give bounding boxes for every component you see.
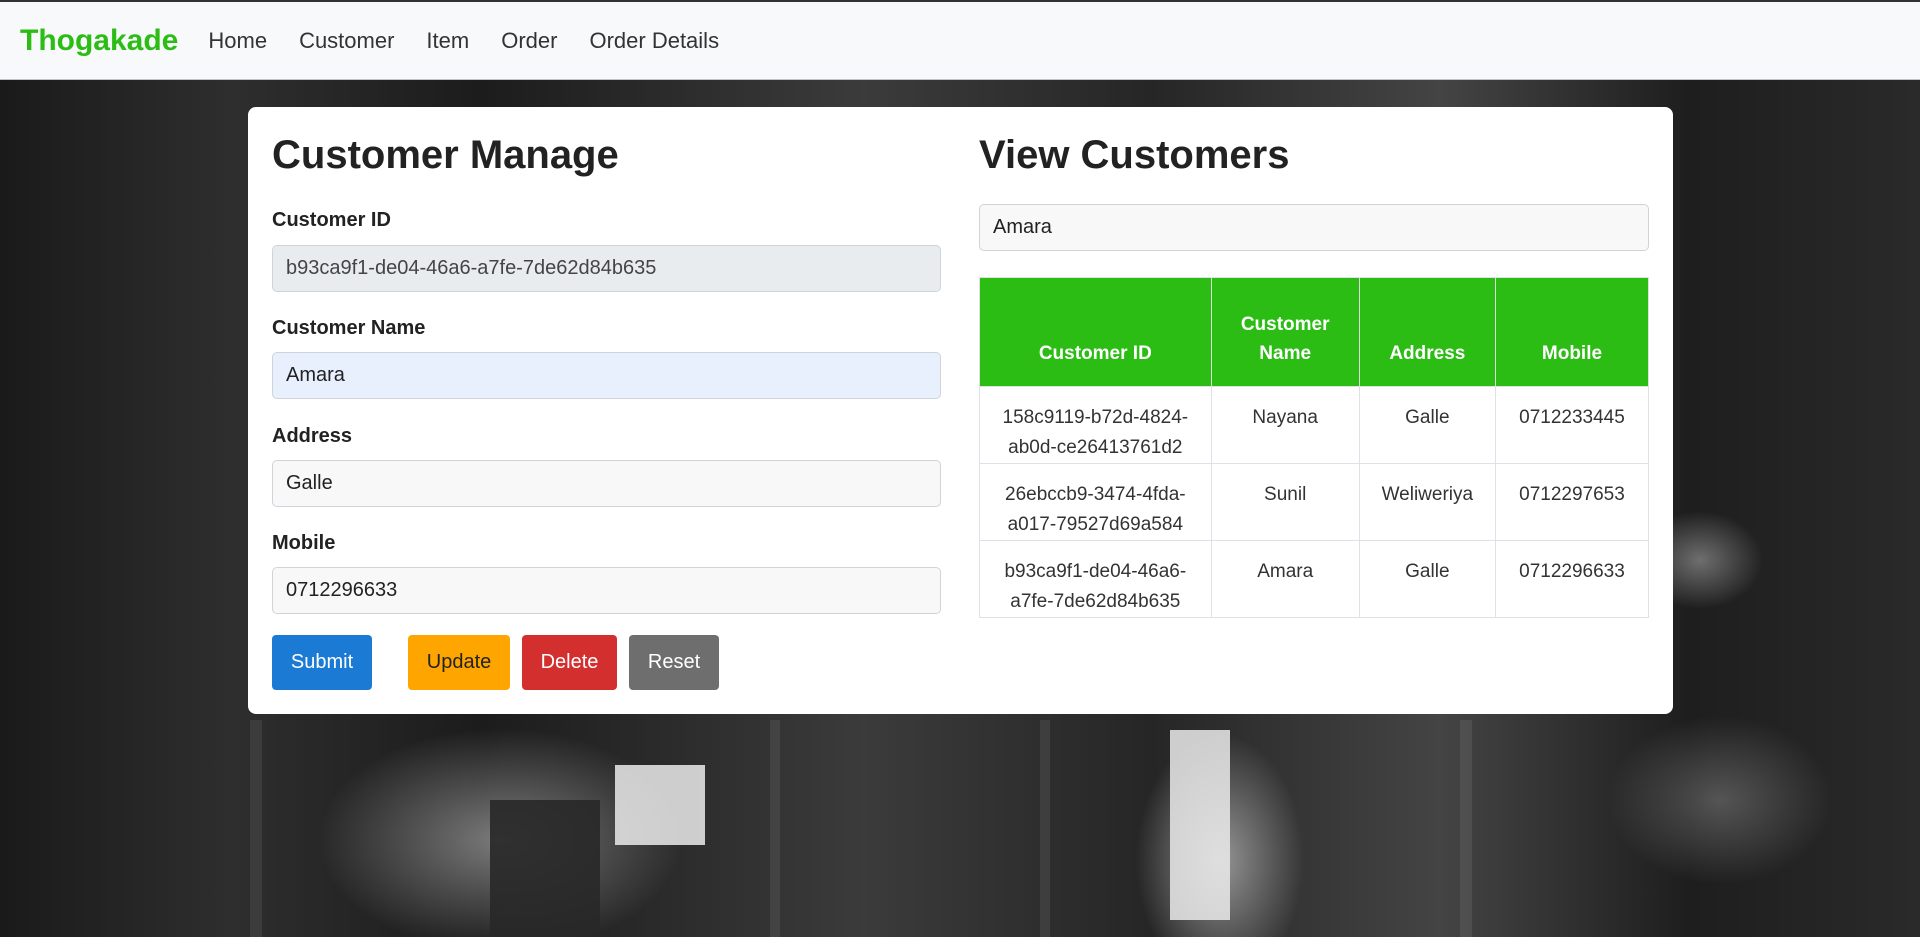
customer-table: Customer ID Customer Name Address Mobile… [979,277,1650,618]
cell-customer-name: Sunil [1210,463,1360,541]
column-header[interactable]: Customer ID [979,277,1212,387]
cell-customer-name: Amara [1210,540,1360,618]
cell-customer-id: 158c9119-b72d-4824-ab0d-ce26413761d2 [979,386,1212,464]
nav-order-details[interactable]: Order Details [589,28,719,54]
mobile-label: Mobile [272,532,336,554]
submit-button[interactable]: Submit [272,635,372,690]
address-label: Address [272,425,353,447]
table-row[interactable]: 158c9119-b72d-4824-ab0d-ce26413761d2 Nay… [979,386,1650,464]
reset-button[interactable]: Reset [629,635,719,690]
cell-customer-name: Nayana [1210,386,1360,464]
customer-name-field[interactable] [272,352,941,399]
customer-id-field[interactable] [272,245,941,292]
main-card: Customer Manage Customer ID Customer Nam… [248,107,1673,714]
background-detail [490,800,600,937]
cell-customer-id: 26ebccb9-3474-4fda-a017-79527d69a584 [979,463,1212,541]
search-input[interactable] [979,204,1649,251]
navbar: Thogakade Home Customer Item Order Order… [0,0,1920,80]
customer-id-label: Customer ID [272,209,391,231]
brand-logo[interactable]: Thogakade [20,24,178,58]
cell-address: Galle [1358,386,1496,464]
form-title: Customer Manage [272,133,619,177]
cell-mobile: 0712233445 [1494,386,1650,464]
nav-home[interactable]: Home [208,28,267,54]
update-button[interactable]: Update [408,635,510,690]
view-title: View Customers [979,133,1290,177]
background-detail [250,720,262,937]
cell-address: Weliweriya [1358,463,1496,541]
column-header[interactable]: Customer Name [1210,277,1360,387]
background-detail [770,720,780,937]
table-header-row: Customer ID Customer Name Address Mobile [979,277,1650,387]
mobile-field[interactable] [272,567,941,614]
background-detail [615,765,705,845]
background-detail [1460,720,1472,937]
table-row[interactable]: b93ca9f1-de04-46a6-a7fe-7de62d84b635 Ama… [979,540,1650,618]
background-detail [1040,720,1050,937]
customer-name-label: Customer Name [272,317,426,339]
cell-address: Galle [1358,540,1496,618]
cell-customer-id: b93ca9f1-de04-46a6-a7fe-7de62d84b635 [979,540,1212,618]
address-field[interactable] [272,460,941,507]
nav-order[interactable]: Order [501,28,557,54]
background-detail [1170,730,1230,920]
delete-button[interactable]: Delete [522,635,617,690]
nav-customer[interactable]: Customer [299,28,394,54]
column-header[interactable]: Address [1358,277,1496,387]
cell-mobile: 0712296633 [1494,540,1650,618]
column-header[interactable]: Mobile [1494,277,1650,387]
nav-item[interactable]: Item [426,28,469,54]
table-row[interactable]: 26ebccb9-3474-4fda-a017-79527d69a584 Sun… [979,463,1650,541]
cell-mobile: 0712297653 [1494,463,1650,541]
